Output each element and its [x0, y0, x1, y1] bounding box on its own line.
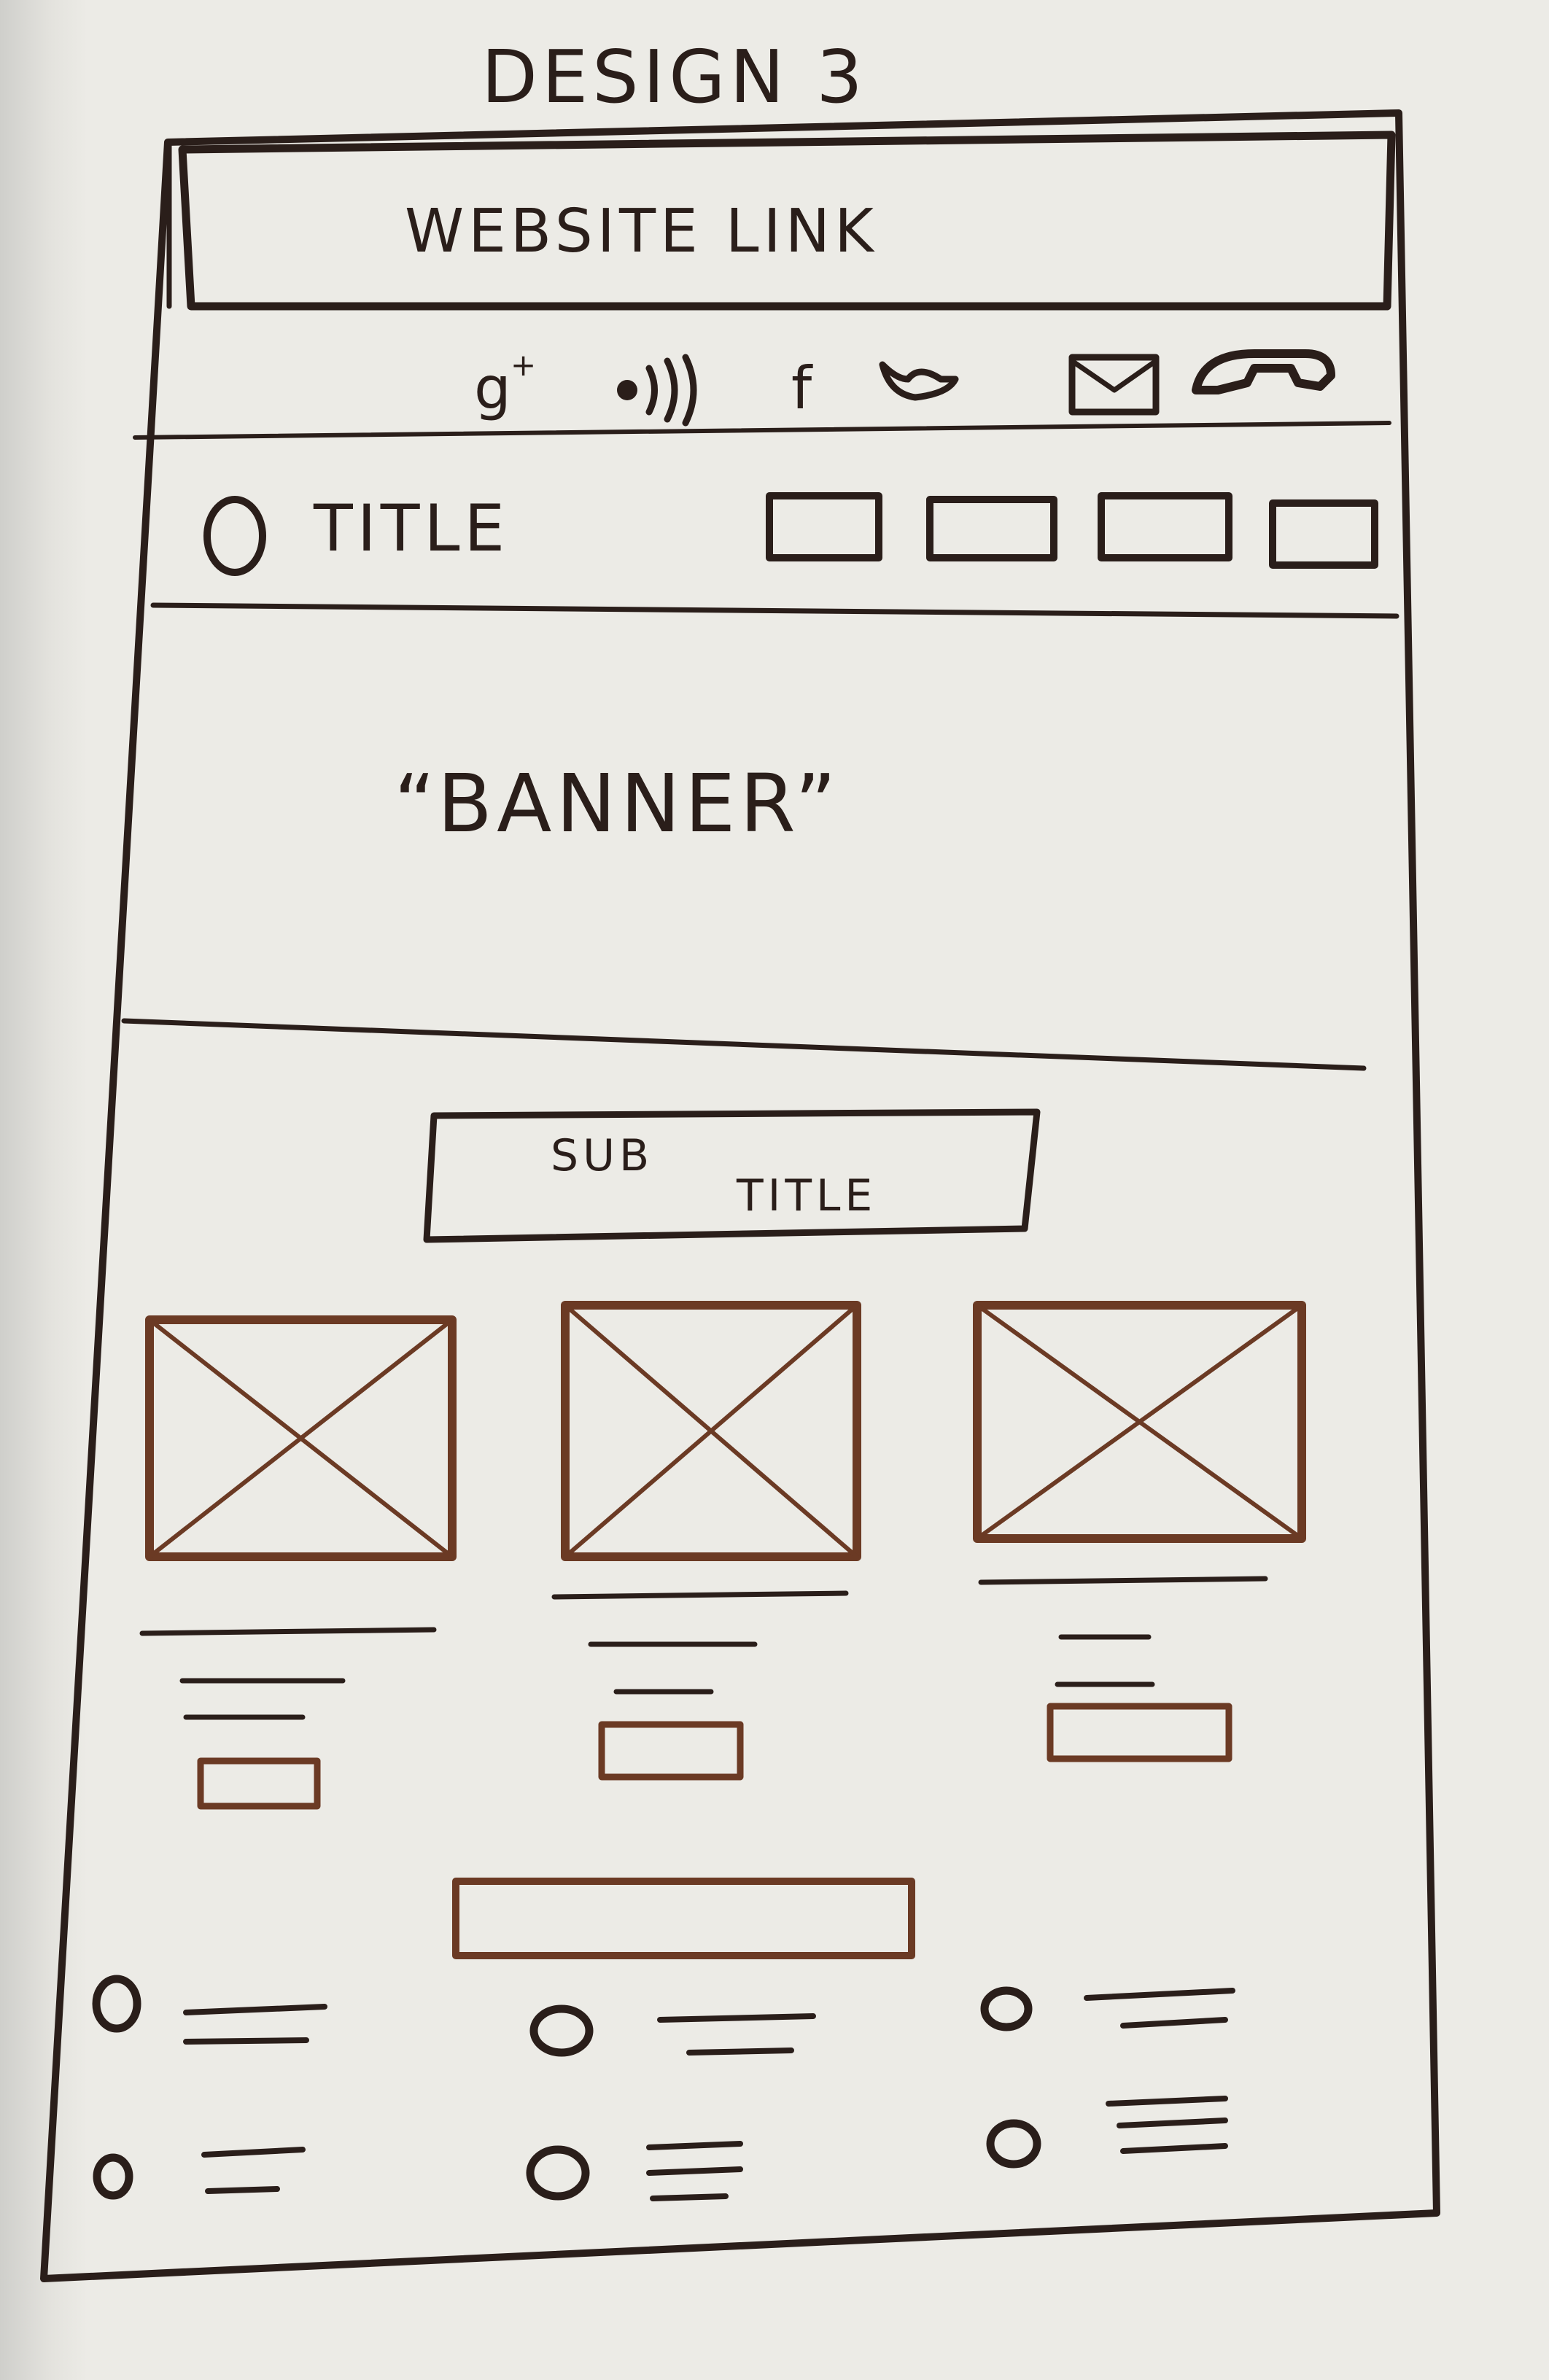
phone-icon[interactable]: [1192, 349, 1335, 394]
nav-item[interactable]: [1098, 492, 1232, 561]
wide-button[interactable]: [452, 1878, 915, 1959]
nav-item[interactable]: [766, 492, 882, 561]
card-button[interactable]: [197, 1757, 321, 1810]
rss-icon[interactable]: [617, 354, 697, 427]
subtitle-line1: SUB: [551, 1130, 653, 1181]
svg-text:f: f: [791, 354, 816, 422]
page-heading: DESIGN 3: [481, 34, 867, 120]
subtitle-line2: TITLE: [736, 1170, 877, 1221]
list-item[interactable]: [529, 2004, 816, 2057]
banner-label: “BANNER”: [394, 757, 841, 850]
nav-bar: TITLE: [150, 491, 1399, 619]
footer-list: [92, 1975, 1235, 2201]
list-item[interactable]: [526, 2141, 743, 2201]
product-card: [139, 1315, 457, 1810]
mail-icon[interactable]: [1068, 354, 1160, 416]
subtitle-box: SUB TITLE: [423, 1108, 1041, 1243]
logo-circle-icon[interactable]: [203, 496, 266, 576]
website-link-bar[interactable]: WEBSITE LINK: [178, 131, 1396, 311]
card-button[interactable]: [598, 1721, 744, 1781]
nav-item[interactable]: [1269, 499, 1378, 569]
card-button[interactable]: [1047, 1703, 1232, 1762]
facebook-icon[interactable]: f: [791, 354, 816, 422]
website-link-label[interactable]: WEBSITE LINK: [405, 197, 878, 266]
wireframe-sketch: DESIGN 3 WEBSITE LINK g + f TITLE “BANNE…: [40, 34, 1440, 2282]
nav-item[interactable]: [926, 496, 1057, 561]
svg-text:+: +: [510, 347, 540, 383]
list-item[interactable]: [92, 1975, 327, 2045]
twitter-icon[interactable]: [879, 361, 959, 401]
google-plus-icon[interactable]: g +: [474, 347, 540, 422]
product-card: [551, 1301, 861, 1781]
list-item[interactable]: [986, 2096, 1228, 2169]
list-item[interactable]: [93, 2147, 306, 2200]
svg-text:g: g: [474, 354, 516, 422]
site-title[interactable]: TITLE: [313, 491, 509, 566]
product-card: [973, 1301, 1306, 1762]
list-item[interactable]: [980, 1986, 1235, 2031]
social-icon-bar: g + f: [133, 347, 1391, 440]
banner-section: “BANNER”: [121, 757, 1367, 1071]
